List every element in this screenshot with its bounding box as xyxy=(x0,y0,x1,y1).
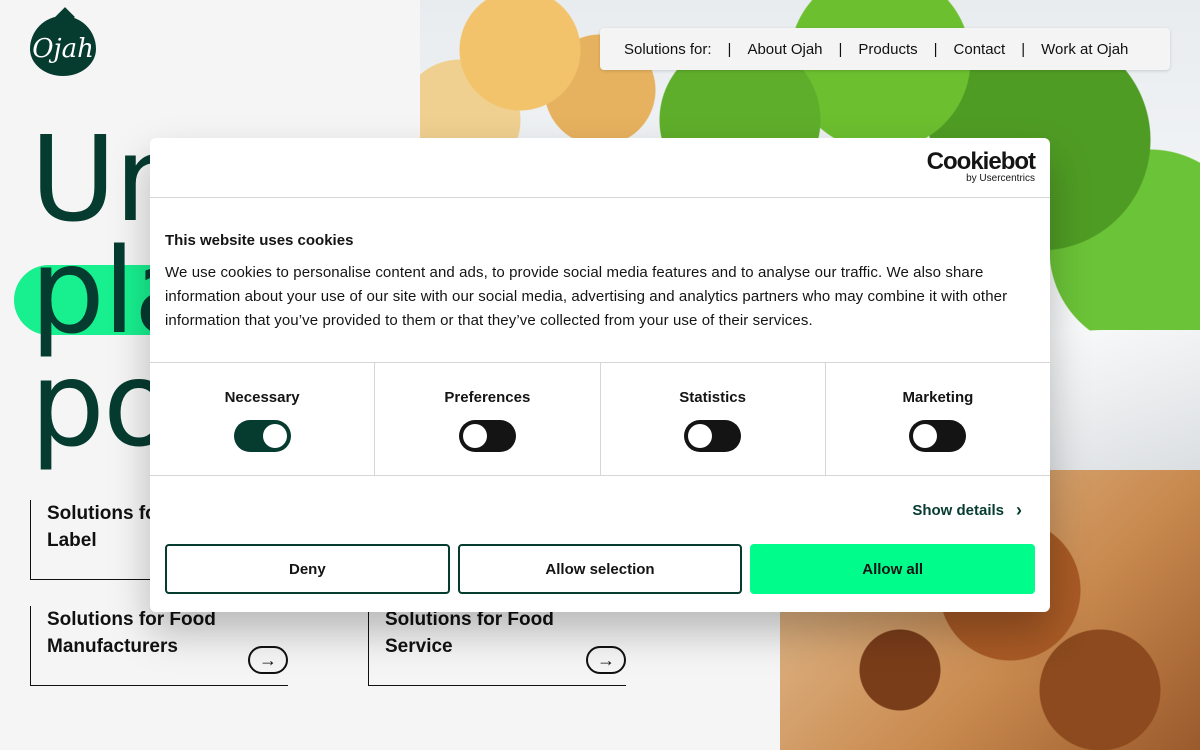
cookie-category-toggles: Necessary Preferences Statistics Marketi… xyxy=(150,362,1050,476)
nav-separator: | xyxy=(1021,40,1026,58)
nav-about[interactable]: About Ojah xyxy=(747,41,822,58)
show-details-link[interactable]: Show details › xyxy=(912,500,1022,520)
switch-knob xyxy=(262,424,287,448)
statistics-switch[interactable] xyxy=(684,420,742,452)
solution-food-service[interactable]: Solutions for Food Service → xyxy=(368,606,626,686)
details-row: Show details › xyxy=(150,476,1050,544)
preferences-switch[interactable] xyxy=(458,420,516,452)
cookie-dialog-header: Cookiebot by Usercentrics xyxy=(150,138,1050,198)
nav-solutions-for[interactable]: Solutions for: xyxy=(624,41,712,58)
switch-knob xyxy=(688,424,713,448)
toggle-statistics: Statistics xyxy=(601,363,826,475)
toggle-label: Marketing xyxy=(902,389,974,406)
nav-work-at-ojah[interactable]: Work at Ojah xyxy=(1041,41,1128,58)
cookiebot-logo-subtext: by Usercentrics xyxy=(966,173,1035,184)
cookie-dialog-text: We use cookies to personalise content an… xyxy=(165,264,1008,329)
arrow-right-icon[interactable]: → xyxy=(248,646,288,674)
nav-separator: | xyxy=(933,40,938,58)
toggle-label: Necessary xyxy=(224,389,300,406)
ojah-logo[interactable]: Ojah xyxy=(30,16,96,76)
nav-products[interactable]: Products xyxy=(858,41,917,58)
top-navigation: Solutions for: | About Ojah | Products |… xyxy=(600,28,1170,70)
allow-selection-button[interactable]: Allow selection xyxy=(457,544,743,594)
toggle-label: Preferences xyxy=(444,389,531,406)
cookiebot-logo[interactable]: Cookiebot by Usercentrics xyxy=(926,148,1036,184)
show-details-label: Show details xyxy=(912,502,1004,519)
deny-button[interactable]: Deny xyxy=(165,544,450,594)
nav-separator: | xyxy=(838,40,843,58)
toggle-necessary: Necessary xyxy=(150,363,376,475)
toggle-marketing: Marketing xyxy=(826,363,1050,475)
cookie-dialog-body: This website uses cookies We use cookies… xyxy=(150,198,1050,362)
nav-separator: | xyxy=(727,40,732,58)
nav-contact[interactable]: Contact xyxy=(954,41,1006,58)
cookie-consent-dialog: Cookiebot by Usercentrics This website u… xyxy=(150,138,1050,612)
toggle-label: Statistics xyxy=(679,389,746,406)
cookiebot-logo-text: Cookiebot xyxy=(926,148,1036,175)
toggle-preferences: Preferences xyxy=(375,363,601,475)
solution-title: Solutions for Food Service xyxy=(385,609,554,657)
necessary-switch[interactable] xyxy=(233,420,291,452)
allow-all-button[interactable]: Allow all xyxy=(750,544,1036,594)
switch-knob xyxy=(913,424,938,448)
solution-food-manufacturers[interactable]: Solutions for Food Manufacturers → xyxy=(30,606,288,686)
chevron-right-icon: › xyxy=(1016,500,1022,520)
switch-knob xyxy=(462,424,487,448)
arrow-right-icon[interactable]: → xyxy=(586,646,626,674)
solution-title: Solutions for Food Manufacturers xyxy=(47,609,216,657)
logo-text: Ojah xyxy=(32,34,94,64)
marketing-switch[interactable] xyxy=(909,420,967,452)
cookie-buttons: Deny Allow selection Allow all xyxy=(150,544,1050,594)
cookie-dialog-title: This website uses cookies xyxy=(165,232,354,249)
